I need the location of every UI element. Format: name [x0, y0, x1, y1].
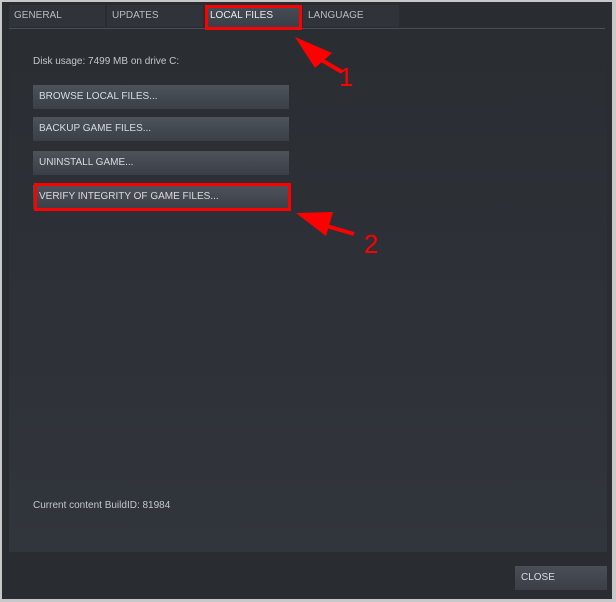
annotation-step-1: 1: [339, 62, 354, 92]
arrow-2-icon: [296, 212, 355, 236]
annotation-step-2: 2: [364, 229, 379, 259]
annotation-arrows: [295, 37, 355, 236]
arrow-1-icon: [295, 37, 344, 74]
